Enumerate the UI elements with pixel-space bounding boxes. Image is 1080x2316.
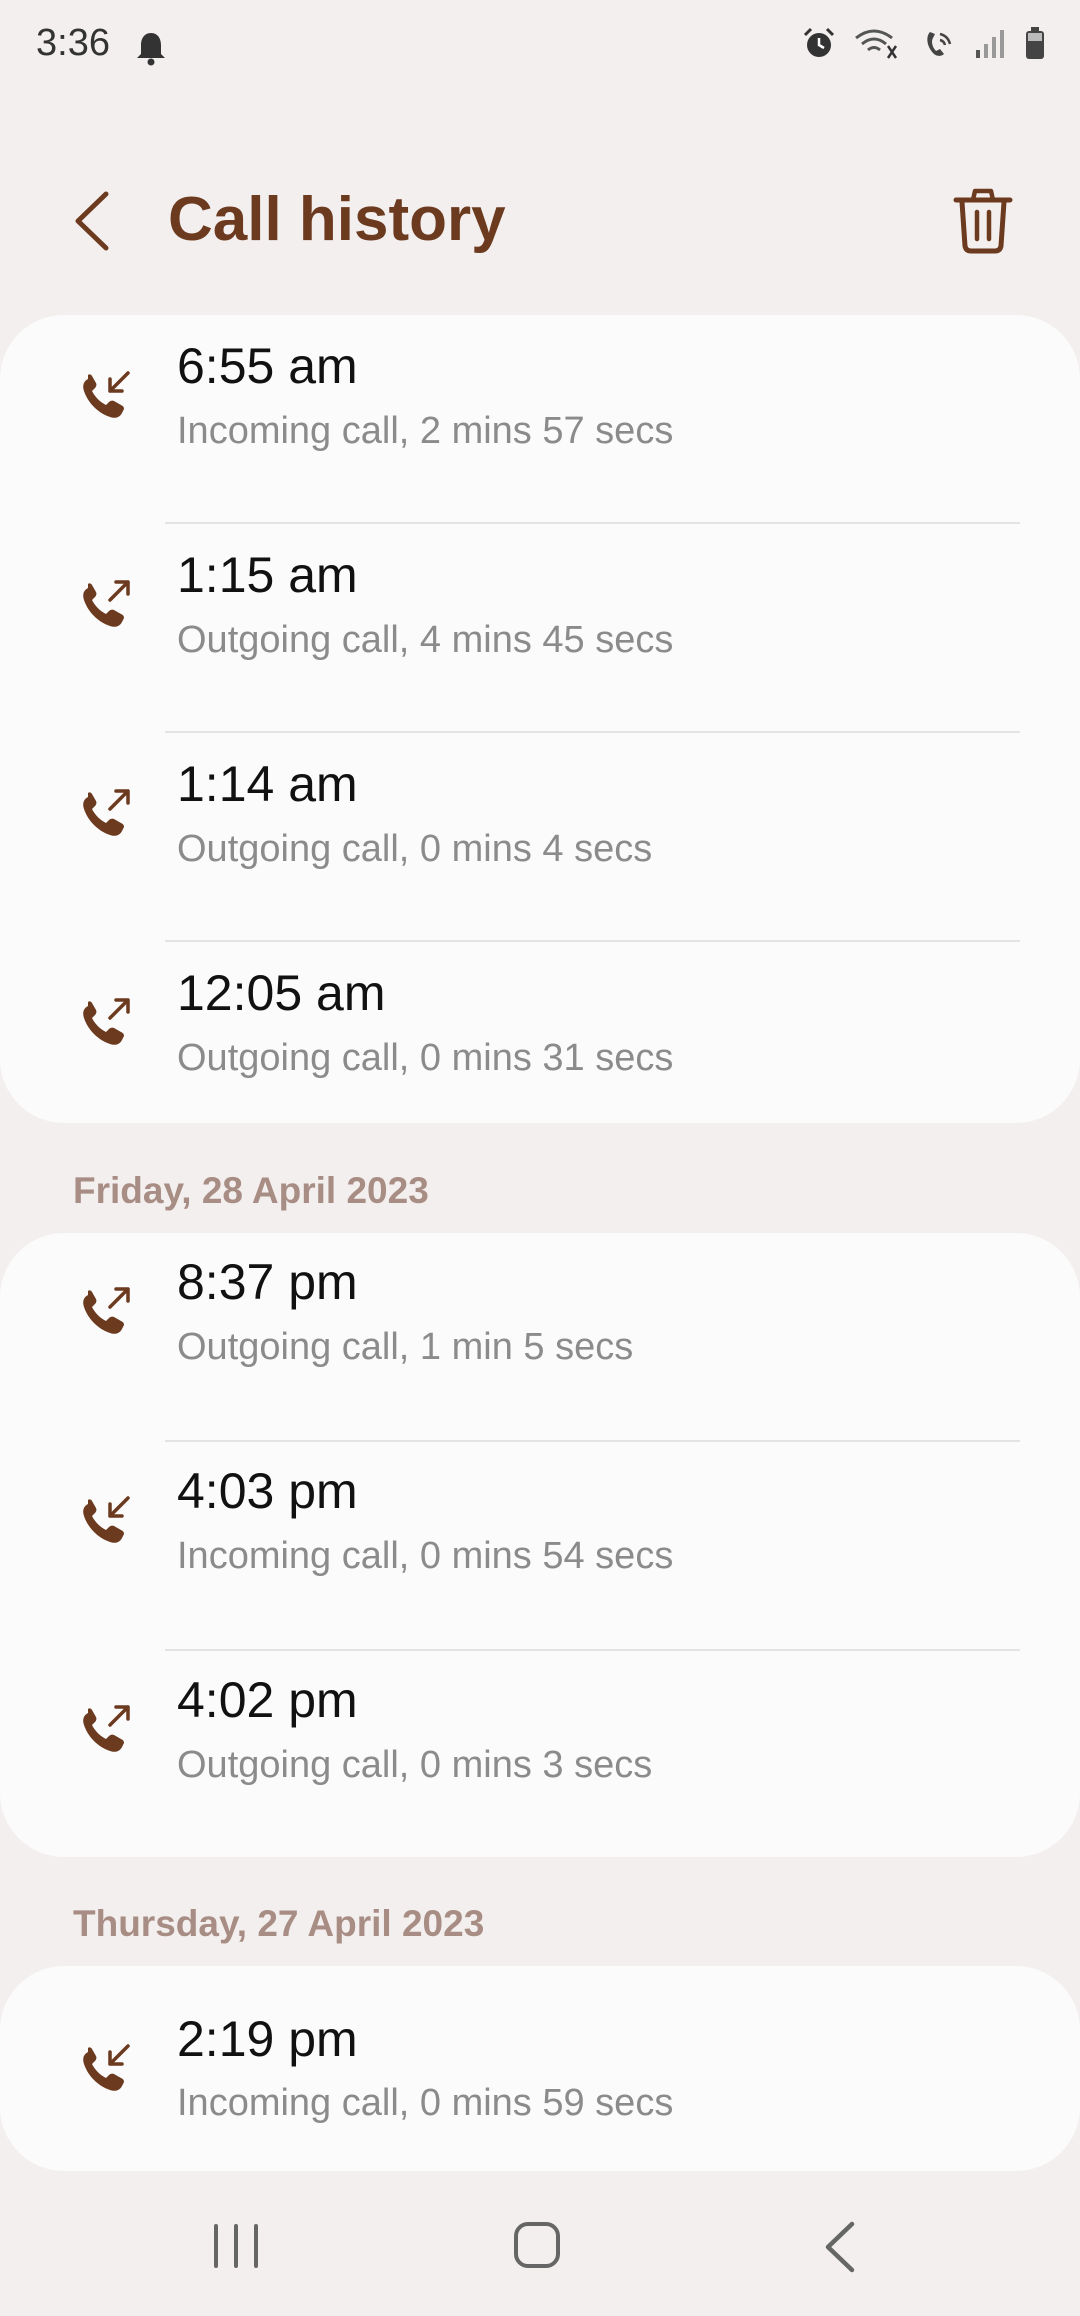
call-time: 2:19 pm	[177, 2011, 358, 2067]
recents-icon[interactable]	[210, 2222, 262, 2270]
call-detail: Outgoing call, 1 min 5 secs	[177, 1326, 634, 1368]
home-icon[interactable]	[512, 2220, 562, 2270]
call-row[interactable]: 2:19 pm Incoming call, 0 mins 59 secs	[0, 1966, 1080, 2171]
call-detail: Outgoing call, 0 mins 3 secs	[177, 1744, 653, 1786]
battery-icon	[1026, 27, 1044, 59]
call-time: 1:15 am	[177, 547, 358, 603]
navigation-bar	[0, 2180, 1080, 2316]
call-group-card: 2:19 pm Incoming call, 0 mins 59 secs	[0, 1966, 1080, 2171]
call-detail: Outgoing call, 0 mins 31 secs	[177, 1037, 674, 1079]
call-row[interactable]: 4:02 pm Outgoing call, 0 mins 3 secs	[0, 1651, 1080, 1860]
call-time: 12:05 am	[177, 965, 386, 1021]
signal-icon	[976, 30, 1004, 58]
back-arrow-icon[interactable]	[68, 190, 118, 252]
incoming-call-icon	[83, 371, 130, 418]
outgoing-call-icon	[83, 789, 130, 836]
back-icon[interactable]	[820, 2220, 860, 2274]
call-group-card: 6:55 am Incoming call, 2 mins 57 secs 1:…	[0, 315, 1080, 1123]
call-time: 8:37 pm	[177, 1254, 358, 1310]
call-row[interactable]: 12:05 am Outgoing call, 0 mins 31 secs	[0, 942, 1080, 1151]
date-header: Thursday, 27 April 2023	[73, 1903, 485, 1944]
status-icons	[802, 26, 1046, 60]
call-row[interactable]: 1:14 am Outgoing call, 0 mins 4 secs	[0, 733, 1080, 942]
outgoing-call-icon	[83, 1705, 130, 1752]
app-header: Call history	[0, 170, 1080, 270]
call-group-card: 8:37 pm Outgoing call, 1 min 5 secs 4:03…	[0, 1233, 1080, 1857]
call-time: 4:02 pm	[177, 1672, 358, 1728]
call-detail: Incoming call, 0 mins 59 secs	[177, 2082, 674, 2124]
call-row[interactable]: 4:03 pm Incoming call, 0 mins 54 secs	[0, 1442, 1080, 1651]
outgoing-call-icon	[83, 998, 130, 1045]
call-detail: Incoming call, 2 mins 57 secs	[177, 410, 674, 452]
status-time: 3:36	[36, 22, 110, 64]
incoming-call-icon	[83, 2044, 130, 2091]
call-time: 6:55 am	[177, 338, 358, 394]
alarm-icon	[803, 27, 835, 57]
page-title: Call history	[168, 185, 506, 254]
wifi-icon	[927, 32, 952, 56]
call-row[interactable]: 1:15 am Outgoing call, 4 mins 45 secs	[0, 524, 1080, 733]
call-detail: Outgoing call, 4 mins 45 secs	[177, 619, 674, 661]
call-time: 4:03 pm	[177, 1463, 358, 1519]
call-detail: Incoming call, 0 mins 54 secs	[177, 1535, 674, 1577]
call-row[interactable]: 6:55 am Incoming call, 2 mins 57 secs	[0, 315, 1080, 524]
bell-icon	[137, 33, 165, 66]
outgoing-call-icon	[83, 580, 130, 627]
incoming-call-icon	[83, 1496, 130, 1543]
status-bar: 3:36	[0, 0, 1080, 95]
trash-icon[interactable]	[952, 188, 1014, 254]
call-detail: Outgoing call, 0 mins 4 secs	[177, 828, 653, 870]
date-header: Friday, 28 April 2023	[73, 1170, 429, 1211]
wifi-calling-icon	[855, 29, 898, 59]
call-time: 1:14 am	[177, 756, 358, 812]
call-row[interactable]: 8:37 pm Outgoing call, 1 min 5 secs	[0, 1233, 1080, 1442]
outgoing-call-icon	[83, 1287, 130, 1334]
